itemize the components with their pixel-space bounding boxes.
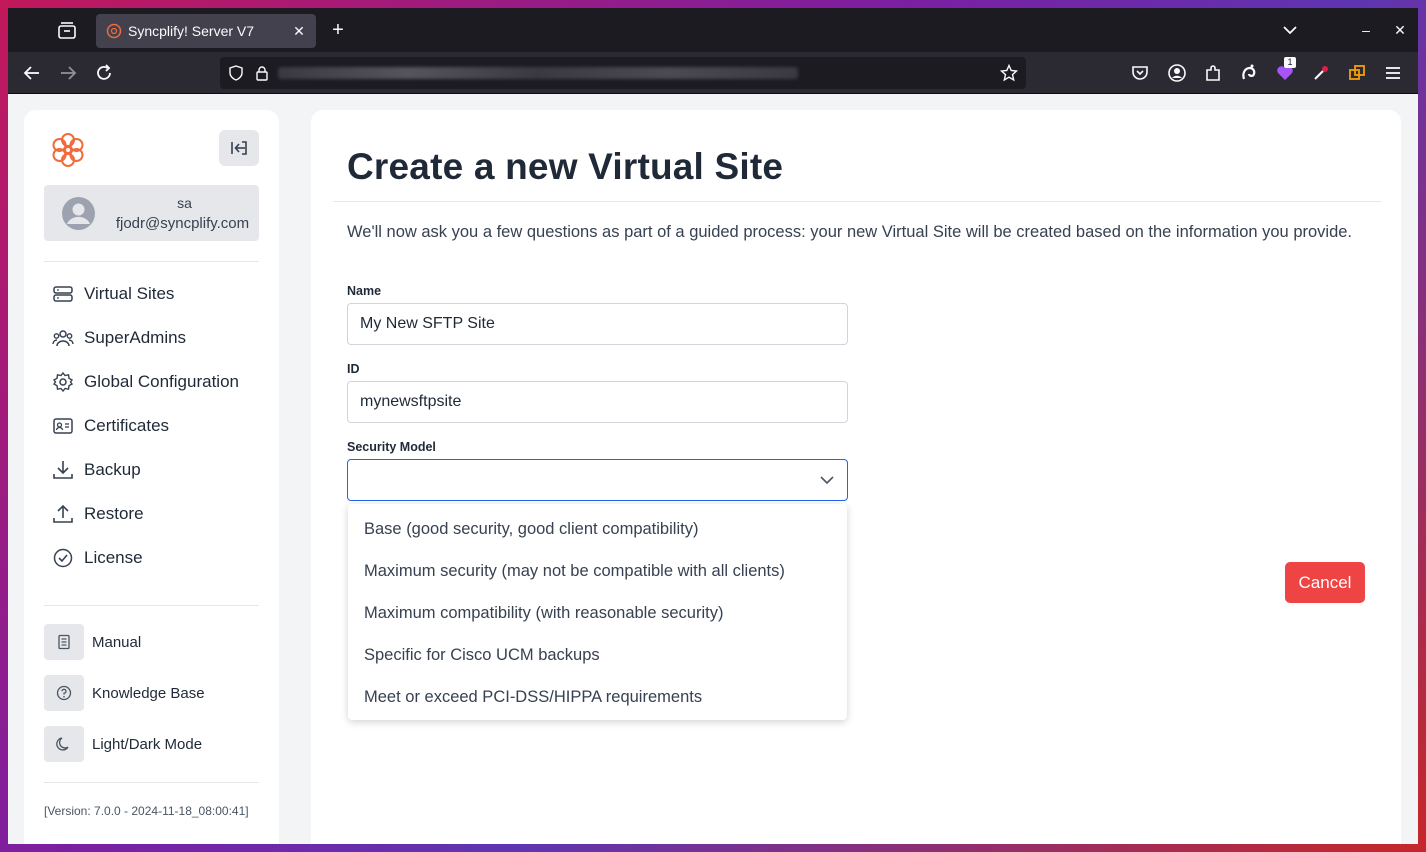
user-email: fjodr@syncplify.com [115, 215, 250, 232]
close-tab-icon[interactable]: ✕ [290, 22, 308, 40]
sidebar-item-label: SuperAdmins [84, 328, 187, 347]
extensions-icon[interactable] [1203, 63, 1223, 83]
syncplify-logo-icon[interactable] [50, 132, 86, 168]
sidebar-item-label: Restore [84, 504, 144, 523]
name-label: Name [347, 284, 382, 298]
upload-icon [53, 504, 73, 523]
user-name: sa [177, 195, 192, 211]
sidebar-item-label: Virtual Sites [84, 284, 175, 303]
forward-icon[interactable] [58, 63, 78, 83]
dropdown-option[interactable]: Maximum compatibility (with reasonable s… [364, 604, 723, 623]
address-bar[interactable] [220, 57, 1026, 89]
pocket-icon[interactable] [1130, 63, 1150, 83]
sidebar-item-label: Global Configuration [84, 372, 239, 391]
gear-icon [52, 371, 74, 393]
new-tab-icon[interactable]: + [328, 20, 348, 40]
download-icon [53, 461, 73, 479]
users-icon [52, 330, 74, 347]
dropdown-option[interactable]: Base (good security, good client compati… [364, 520, 698, 539]
minimize-window-icon[interactable]: – [1356, 20, 1376, 40]
dropdown-option[interactable]: Meet or exceed PCI-DSS/HIPPA requirement… [364, 688, 702, 707]
divider [333, 201, 1381, 202]
avatar [62, 197, 95, 230]
security-model-label: Security Model [347, 440, 436, 454]
util-icon-box [44, 624, 84, 660]
server-icon [53, 286, 73, 302]
dropdown-option[interactable]: Maximum security (may not be compatible … [364, 562, 785, 581]
sidebar-item-label: Backup [84, 460, 141, 479]
collapse-sidebar-button[interactable] [219, 130, 259, 166]
menu-hamburger-icon[interactable] [1383, 63, 1403, 83]
main-panel: Create a new Virtual Site We'll now ask … [311, 110, 1401, 844]
util-icon-box [44, 726, 84, 762]
id-card-icon [53, 418, 73, 434]
chevron-down-icon [820, 476, 834, 485]
sidebar-item-manual[interactable]: Manual [44, 624, 141, 660]
sidebar-item-label: License [84, 548, 143, 567]
sidebar-item-certificates[interactable]: Certificates [52, 411, 169, 441]
browser-window: Syncplify! Server V7 ✕ + – ✕ 1 sa fjodr@… [8, 8, 1418, 844]
tab-title: Syncplify! Server V7 [128, 23, 255, 39]
reload-icon[interactable] [94, 63, 114, 83]
divider [44, 605, 259, 606]
sidebar-item-virtual-sites[interactable]: Virtual Sites [52, 279, 174, 309]
sidebar-item-license[interactable]: License [52, 543, 143, 573]
sidebar: sa fjodr@syncplify.com Virtual Sites Sup… [24, 110, 279, 844]
check-badge-icon [53, 548, 73, 568]
sidebar-item-global-configuration[interactable]: Global Configuration [52, 367, 239, 397]
browser-tab-active[interactable]: Syncplify! Server V7 ✕ [96, 14, 316, 48]
intro-text: We'll now ask you a few questions as par… [347, 223, 1353, 241]
browser-nav-bar: 1 [8, 52, 1418, 94]
document-icon [58, 634, 70, 650]
blurred-url [278, 67, 798, 79]
user-card[interactable]: sa fjodr@syncplify.com [44, 185, 259, 241]
sidebar-item-superadmins[interactable]: SuperAdmins [52, 323, 186, 353]
extension-copy-icon[interactable] [1347, 63, 1367, 83]
divider [44, 261, 259, 262]
collapse-sidebar-icon [231, 141, 247, 155]
id-label: ID [347, 362, 360, 376]
divider [44, 782, 259, 783]
shield-icon[interactable] [228, 65, 244, 81]
close-window-icon[interactable]: ✕ [1390, 20, 1410, 40]
app-area: sa fjodr@syncplify.com Virtual Sites Sup… [8, 94, 1418, 844]
account-icon[interactable] [1167, 63, 1187, 83]
lock-warning-icon[interactable] [254, 65, 270, 81]
sidebar-item-knowledge-base[interactable]: Knowledge Base [44, 675, 205, 711]
extension-gnome-icon[interactable] [1239, 63, 1259, 83]
sidebar-item-label: Light/Dark Mode [92, 735, 203, 753]
tab-list-chevron-icon[interactable] [1280, 20, 1300, 40]
back-icon[interactable] [22, 63, 42, 83]
tab-overview-icon[interactable] [56, 20, 78, 42]
sidebar-item-light-dark-mode[interactable]: Light/Dark Mode [44, 726, 202, 762]
cancel-button[interactable]: Cancel [1285, 562, 1365, 603]
browser-tab-bar: Syncplify! Server V7 ✕ + – ✕ [8, 8, 1418, 52]
security-model-select[interactable] [347, 459, 848, 501]
sidebar-item-label: Certificates [84, 416, 170, 435]
page-title: Create a new Virtual Site [347, 146, 784, 187]
extension-badge: 1 [1284, 57, 1296, 68]
id-field[interactable]: mynewsftpsite [347, 381, 848, 423]
question-icon [56, 685, 72, 701]
sidebar-item-backup[interactable]: Backup [52, 455, 141, 485]
security-model-dropdown: Base (good security, good client compati… [348, 504, 847, 720]
dropdown-option[interactable]: Specific for Cisco UCM backups [364, 646, 600, 665]
moon-icon [56, 737, 69, 751]
sidebar-item-label: Knowledge Base [92, 684, 205, 702]
util-icon-box [44, 675, 84, 711]
sidebar-item-restore[interactable]: Restore [52, 499, 144, 529]
name-field[interactable]: My New SFTP Site [347, 303, 848, 345]
extension-dropper-icon[interactable] [1311, 63, 1331, 83]
bookmark-star-icon[interactable] [1000, 64, 1018, 82]
syncplify-favicon-icon [106, 23, 122, 39]
sidebar-item-label: Manual [92, 633, 142, 651]
version-text: [Version: 7.0.0 - 2024-11-18_08:00:41] [44, 804, 249, 818]
